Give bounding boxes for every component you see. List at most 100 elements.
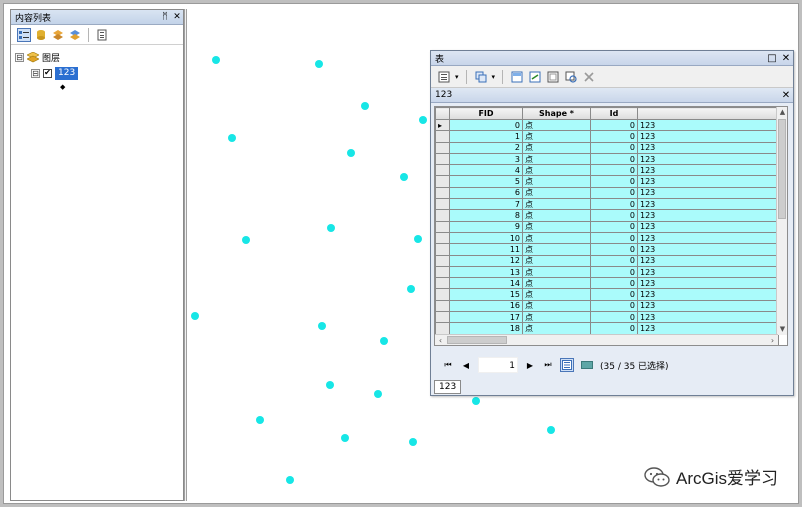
cell-name[interactable]: 123 [637, 130, 779, 143]
column-header-shape[interactable]: Shape * [522, 107, 591, 120]
map-point[interactable] [374, 390, 382, 398]
cell-id[interactable]: 0 [590, 311, 638, 324]
vertical-scrollbar[interactable]: ▲ ▼ [776, 107, 787, 335]
previous-record-icon[interactable]: ◀ [460, 361, 472, 370]
cell-name[interactable]: 123 [637, 152, 779, 166]
close-icon[interactable]: ✕ [171, 12, 183, 22]
cell-fid[interactable]: 8 [449, 209, 523, 222]
table-row[interactable]: 2 点 0 123 [435, 141, 779, 154]
map-point[interactable] [472, 397, 480, 405]
cell-shape[interactable]: 点 [522, 141, 591, 154]
cell-fid[interactable]: 11 [449, 243, 523, 256]
cell-fid[interactable]: 3 [449, 152, 523, 166]
row-selector[interactable] [435, 175, 450, 188]
row-selector[interactable] [435, 299, 450, 313]
cell-id[interactable]: 0 [590, 141, 638, 154]
cell-shape[interactable]: 点 [522, 265, 591, 279]
cell-shape[interactable]: 点 [522, 118, 591, 132]
cell-fid[interactable]: 15 [449, 288, 523, 301]
map-point[interactable] [212, 56, 220, 64]
cell-shape[interactable]: 点 [522, 299, 591, 313]
cell-name[interactable]: 123 [637, 220, 779, 233]
cell-shape[interactable]: 点 [522, 311, 591, 324]
cell-name[interactable]: 123 [637, 299, 779, 313]
cell-id[interactable]: 0 [590, 209, 638, 222]
layer-name-123[interactable]: 123 [55, 66, 79, 80]
scroll-down-icon[interactable]: ▼ [777, 324, 787, 335]
list-by-source-icon[interactable] [34, 28, 48, 42]
cell-shape[interactable]: 点 [522, 220, 591, 233]
map-point[interactable] [407, 285, 415, 293]
map-point[interactable] [419, 116, 427, 124]
cell-shape[interactable]: 点 [522, 322, 591, 335]
row-selector[interactable] [435, 277, 450, 290]
map-point[interactable] [347, 149, 355, 157]
table-row[interactable]: 18 点 0 123 [435, 322, 779, 335]
table-row[interactable]: 13 点 0 123 [435, 265, 779, 279]
next-record-icon[interactable]: ▶ [524, 361, 536, 370]
cell-name[interactable]: 123 [637, 118, 779, 132]
collapse-icon[interactable]: ⊟ [31, 68, 40, 78]
horizontal-scrollbar[interactable]: ‹ › [435, 334, 778, 345]
scroll-left-icon[interactable]: ‹ [435, 335, 446, 345]
table-row[interactable]: 11 点 0 123 [435, 243, 779, 256]
options-icon[interactable] [95, 28, 109, 42]
cell-id[interactable]: 0 [590, 152, 638, 166]
show-all-records-icon[interactable] [560, 358, 574, 372]
cell-name[interactable]: 123 [637, 265, 779, 279]
dropdown-arrow-icon[interactable]: ▾ [455, 73, 459, 81]
cell-shape[interactable]: 点 [522, 152, 591, 166]
row-selector[interactable] [435, 288, 450, 301]
row-selector[interactable] [435, 198, 450, 211]
cell-id[interactable]: 0 [590, 288, 638, 301]
cell-shape[interactable]: 点 [522, 198, 591, 211]
cell-name[interactable]: 123 [637, 322, 779, 335]
cell-fid[interactable]: 18 [449, 322, 523, 335]
cell-id[interactable]: 0 [590, 277, 638, 290]
map-point[interactable] [409, 438, 417, 446]
row-selector[interactable] [435, 220, 450, 233]
table-row[interactable]: 16 点 0 123 [435, 299, 779, 313]
cell-fid[interactable]: 1 [449, 130, 523, 143]
row-selector[interactable] [435, 130, 450, 143]
cell-name[interactable]: 123 [637, 186, 779, 200]
cell-id[interactable]: 0 [590, 299, 638, 313]
first-record-icon[interactable]: ⏮ [442, 360, 454, 370]
table-row[interactable]: 15 点 0 123 [435, 288, 779, 301]
cell-fid[interactable]: 0 [449, 118, 523, 132]
map-point[interactable] [380, 337, 388, 345]
cell-name[interactable]: 123 [637, 277, 779, 290]
cell-id[interactable]: 0 [590, 186, 638, 200]
row-selector[interactable] [435, 322, 450, 335]
record-number-input[interactable]: 1 [478, 357, 518, 373]
row-selector-header[interactable] [435, 107, 450, 120]
table-row[interactable]: 12 点 0 123 [435, 254, 779, 267]
table-row[interactable]: 5 点 0 123 [435, 175, 779, 188]
row-selector[interactable] [435, 243, 450, 256]
table-row[interactable]: ▸ 0 点 0 123 [435, 118, 779, 132]
close-icon[interactable]: ✕ [779, 90, 793, 101]
table-bottom-tab[interactable]: 123 [434, 380, 462, 394]
row-selector[interactable] [435, 254, 450, 267]
cell-fid[interactable]: 9 [449, 220, 523, 233]
column-header-name[interactable] [637, 107, 779, 120]
map-point[interactable] [326, 381, 334, 389]
row-selector[interactable] [435, 164, 450, 177]
cell-name[interactable]: 123 [637, 288, 779, 301]
cell-id[interactable]: 0 [590, 322, 638, 335]
data-frame-label[interactable]: 图层 [42, 51, 60, 64]
table-options-icon[interactable] [437, 70, 451, 84]
cell-fid[interactable]: 4 [449, 164, 523, 177]
zoom-to-selected-icon[interactable] [564, 70, 578, 84]
cell-name[interactable]: 123 [637, 243, 779, 256]
map-point[interactable] [414, 235, 422, 243]
cell-id[interactable]: 0 [590, 265, 638, 279]
cell-fid[interactable]: 13 [449, 265, 523, 279]
dropdown-arrow-icon[interactable]: ▾ [492, 73, 496, 81]
map-point[interactable] [318, 322, 326, 330]
cell-name[interactable]: 123 [637, 231, 779, 245]
table-row[interactable]: 17 点 0 123 [435, 311, 779, 324]
point-symbol-icon[interactable]: ◆ [60, 83, 65, 91]
scroll-up-icon[interactable]: ▲ [777, 107, 787, 118]
cell-fid[interactable]: 2 [449, 141, 523, 154]
